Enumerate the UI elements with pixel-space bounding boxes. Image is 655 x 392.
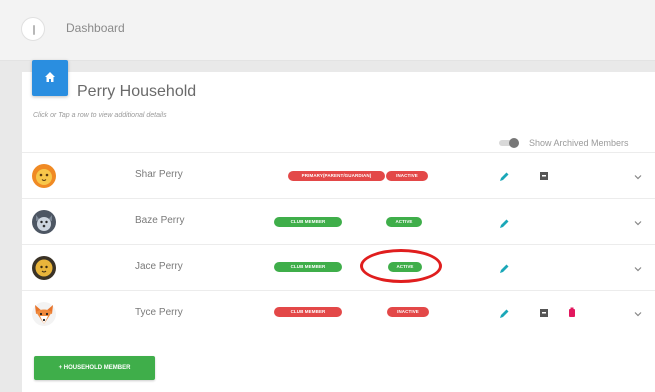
household-home-tile (32, 60, 68, 96)
row-hint-text: Click or Tap a row to view additional de… (33, 112, 167, 119)
chevron-down-icon[interactable] (633, 309, 643, 319)
status-badge: ACTIVE (386, 217, 422, 227)
member-name: Tyce Perry (135, 307, 183, 318)
show-archived-label: Show Archived Members (529, 138, 629, 148)
role-badge: CLUB MEMBER (274, 262, 342, 272)
lion-face-icon (32, 164, 56, 188)
member-row[interactable]: Shar Perry PRIMARY(PARENT/GUARDIAN) INAC… (22, 152, 655, 199)
member-name: Shar Perry (135, 169, 183, 180)
chevron-down-icon[interactable] (633, 172, 643, 182)
archive-icon[interactable] (538, 307, 550, 319)
edit-pencil-icon[interactable] (498, 263, 510, 275)
lion-face-icon (32, 256, 56, 280)
role-badge: CLUB MEMBER (274, 217, 342, 227)
top-bar: Dashboard (0, 0, 655, 61)
breadcrumb[interactable]: Dashboard (66, 21, 125, 35)
member-row[interactable]: Baze Perry CLUB MEMBER ACTIVE (22, 198, 655, 245)
member-name: Jace Perry (135, 261, 183, 272)
status-badge: INACTIVE (386, 171, 428, 181)
member-name: Baze Perry (135, 215, 185, 226)
status-badge: INACTIVE (387, 307, 429, 317)
role-badge: CLUB MEMBER (274, 307, 342, 317)
member-row[interactable]: Tyce Perry CLUB MEMBER INACTIVE (22, 290, 655, 337)
menu-toggle-button[interactable] (21, 17, 45, 41)
wolf-face-icon (32, 210, 56, 234)
add-household-member-button[interactable]: + HOUSEHOLD MEMBER (34, 356, 155, 380)
chevron-down-icon[interactable] (633, 264, 643, 274)
fox-face-icon (32, 302, 56, 326)
edit-pencil-icon[interactable] (498, 171, 510, 183)
archive-icon[interactable] (538, 170, 550, 182)
highlight-circle-annotation (360, 249, 442, 283)
home-icon (45, 72, 55, 82)
show-archived-toggle[interactable] (499, 138, 521, 148)
role-badge: PRIMARY(PARENT/GUARDIAN) (288, 171, 385, 181)
trash-icon[interactable] (566, 306, 578, 318)
page-title: Perry Household (77, 83, 197, 100)
menu-icon (33, 25, 35, 35)
edit-pencil-icon[interactable] (498, 308, 510, 320)
edit-pencil-icon[interactable] (498, 218, 510, 230)
member-row[interactable]: Jace Perry CLUB MEMBER ACTIVE (22, 244, 655, 291)
chevron-down-icon[interactable] (633, 218, 643, 228)
